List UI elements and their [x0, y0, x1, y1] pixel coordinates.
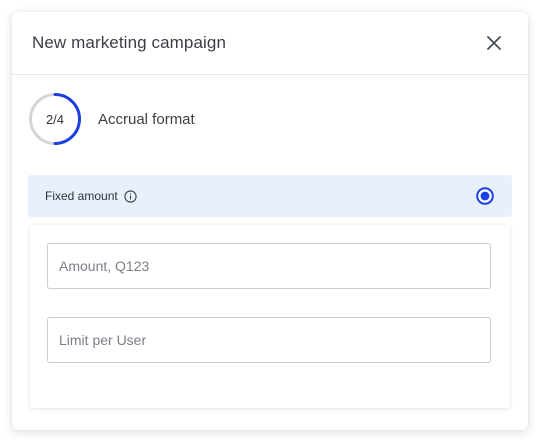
info-icon[interactable] — [124, 189, 137, 203]
dialog-title: New marketing campaign — [32, 33, 227, 52]
fixed-amount-option[interactable]: Fixed amount — [28, 175, 512, 217]
step-label: Accrual format — [98, 110, 195, 128]
limit-per-user-input[interactable] — [47, 317, 491, 363]
step-counter: 2/4 — [45, 111, 65, 127]
fixed-amount-radio[interactable] — [476, 187, 494, 205]
marketing-campaign-dialog: New marketing campaign 2/4 Accrual forma… — [12, 12, 528, 430]
close-button[interactable] — [482, 31, 506, 55]
dialog-header: New marketing campaign — [12, 12, 528, 75]
fields-panel — [30, 225, 510, 408]
close-icon — [487, 36, 501, 50]
amount-input[interactable] — [47, 243, 491, 289]
step-progress-ring: 2/4 — [28, 92, 82, 146]
option-label: Fixed amount — [45, 189, 118, 203]
option-label-group: Fixed amount — [45, 189, 137, 203]
step-indicator: 2/4 Accrual format — [28, 92, 195, 146]
